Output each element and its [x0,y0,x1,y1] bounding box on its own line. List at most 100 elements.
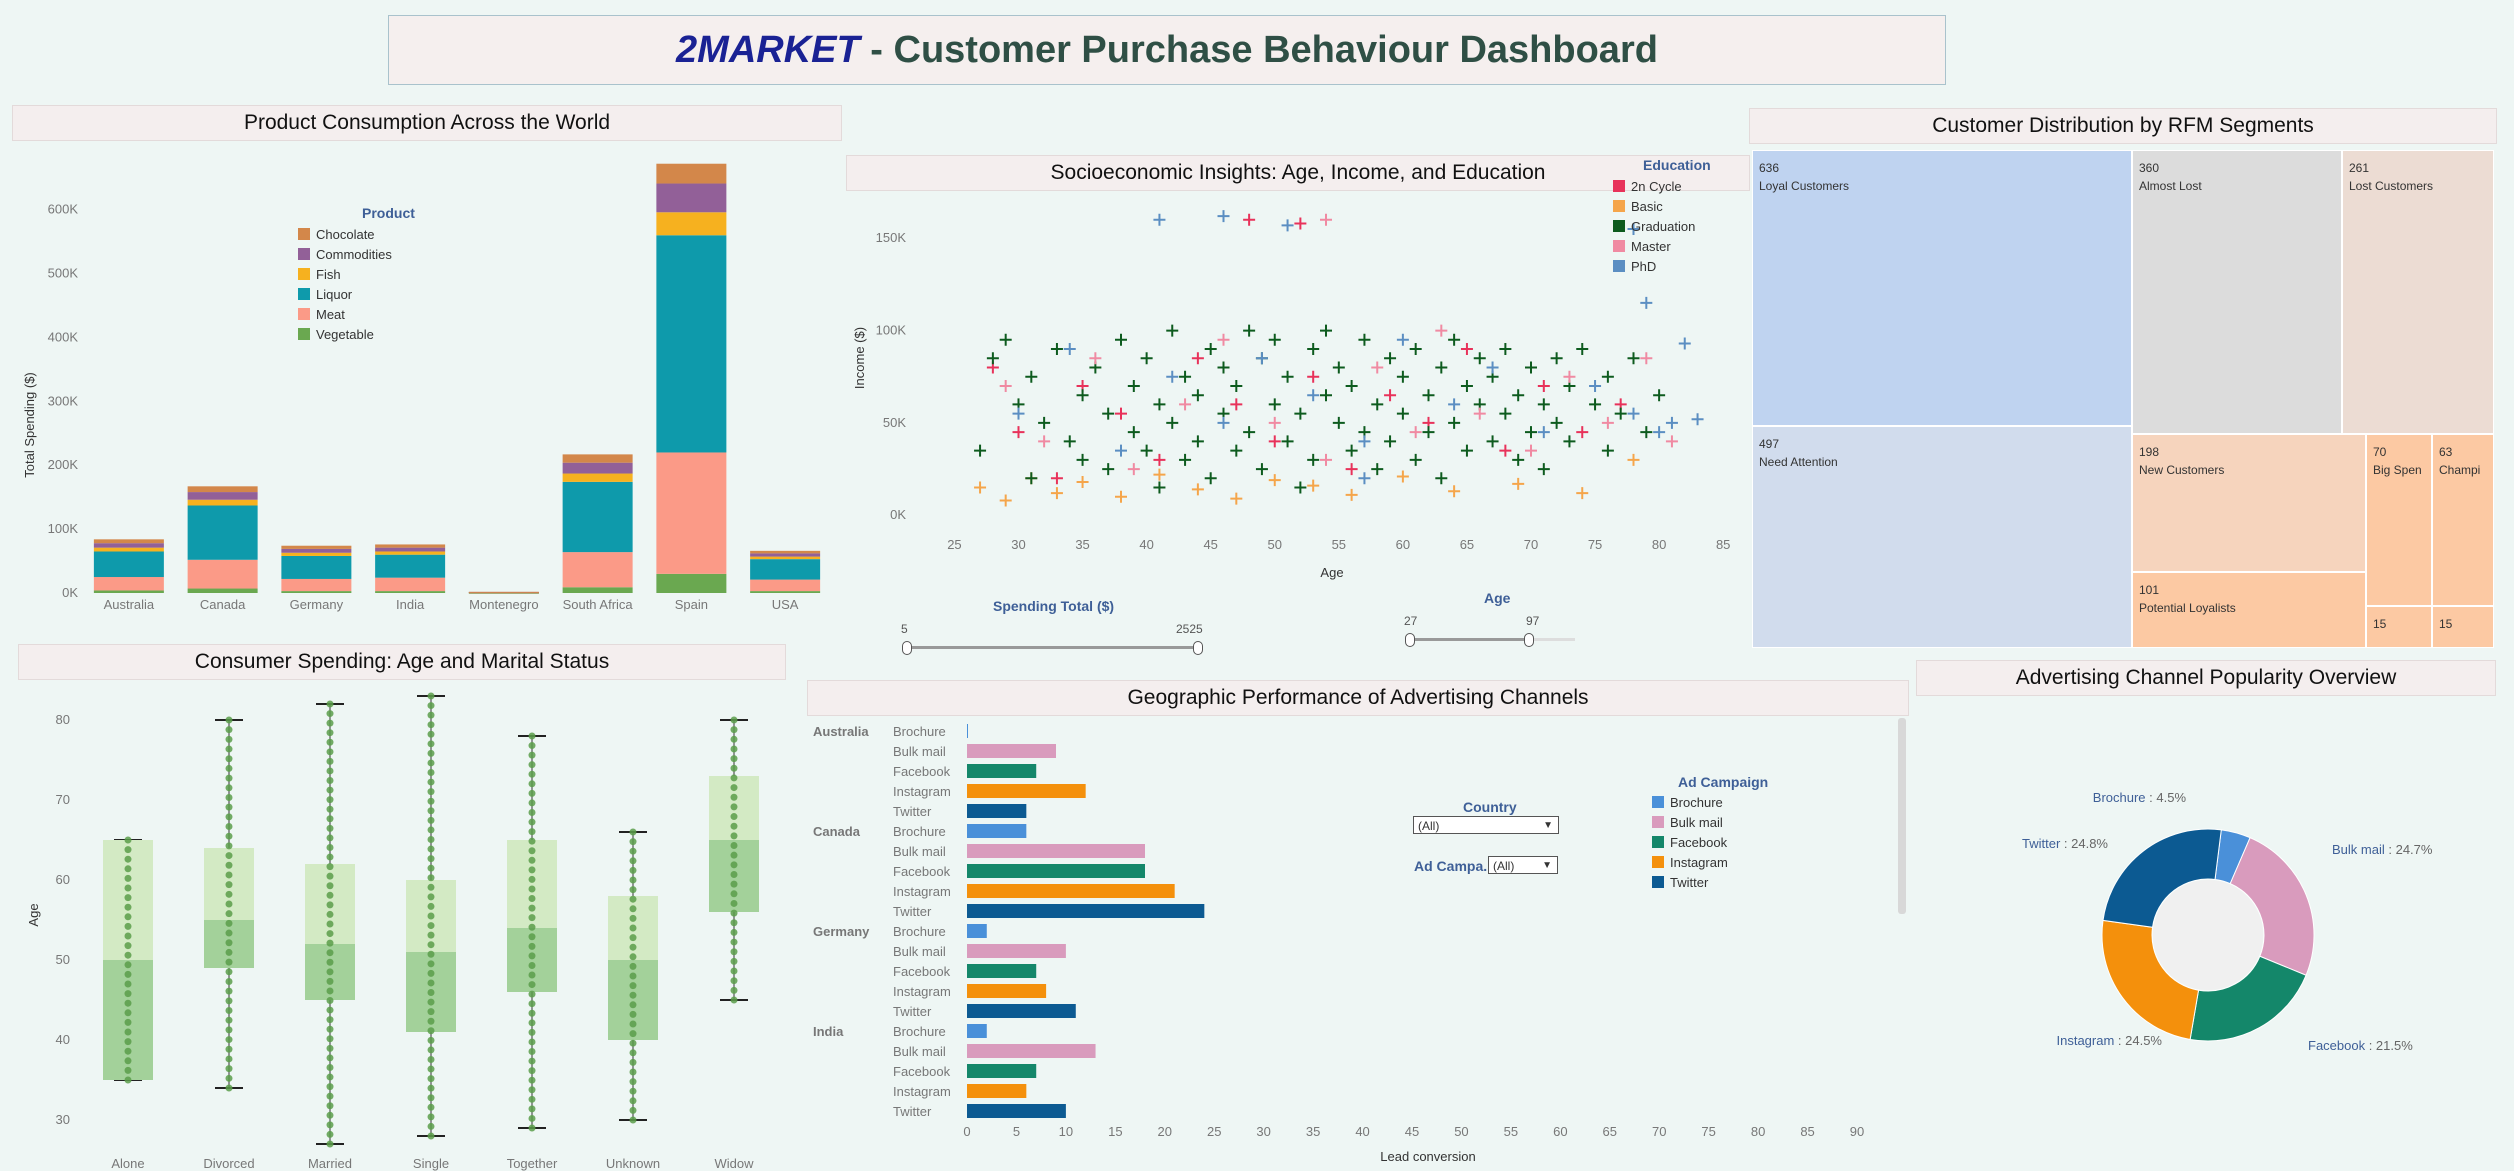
box-data-point [225,977,233,985]
geo-bar [967,984,1047,998]
rfm-segment: 261 Lost Customers [2342,150,2494,434]
geo-channel-label: Brochure [893,924,946,939]
socio-point [1191,389,1204,402]
world-ytick: 600K [48,202,79,217]
socio-point [1345,488,1358,501]
world-bar-segment [375,551,446,555]
box-data-point [326,853,334,861]
world-bar-segment [187,486,258,493]
world-legend-swatch [298,248,310,260]
world-legend-swatch [298,288,310,300]
box-data-point [730,784,738,792]
geo-xtick: 80 [1751,1124,1765,1139]
socio-point [974,481,987,494]
rfm-segment: 63 Champi [2432,434,2494,606]
world-xtick: Germany [290,597,344,612]
box-data-point [629,895,637,903]
box-data-point [528,837,536,845]
box-ytick: 80 [56,712,70,727]
socio-point [1076,453,1089,466]
box-data-point [427,1065,435,1073]
box-data-point [528,751,536,759]
world-bar-segment [187,505,258,560]
geo-xtick: 85 [1800,1124,1814,1139]
box-ylabel: Age [26,903,41,926]
box-data-point [427,941,435,949]
geo-bar [967,964,1037,978]
box-data-point [528,818,536,826]
socio-point [1409,453,1422,466]
spending-slider-min-handle[interactable] [902,641,912,655]
age-slider[interactable] [1409,638,1529,641]
socio-point [1576,343,1589,356]
box-data-point [730,716,738,724]
world-bar-segment [562,473,633,482]
socio-point [1204,343,1217,356]
socio-point [1025,472,1038,485]
box-data-point [124,1047,132,1055]
box-data-point [225,900,233,908]
geo-scrollbar[interactable] [1898,718,1906,914]
rfm-segment-count: 101 [2139,583,2160,597]
donut-label: Instagram : 24.5% [2056,1033,2162,1048]
socio-point [1166,324,1179,337]
world-bar-segment [93,577,164,591]
box-data-point [730,938,738,946]
rfm-segment: 101 Potential Loyalists [2132,572,2366,648]
box-data-point [629,1020,637,1028]
socio-ytick: 100K [876,323,907,338]
rfm-segment: 70 Big Spen [2366,434,2432,606]
box-data-point [427,730,435,738]
socio-xtick: 25 [947,537,961,552]
world-bar-segment [750,553,821,557]
socio-point [1448,398,1461,411]
box-data-point [225,774,233,782]
box-data-point [124,913,132,921]
geo-legend-swatch [1652,836,1664,848]
socio-point [1243,213,1256,226]
country-select[interactable]: (All) ▼ [1413,816,1559,834]
age-slider-min-handle[interactable] [1405,633,1415,647]
socio-legend-swatch [1613,220,1625,232]
socio-point [1460,343,1473,356]
world-bar-segment [656,212,727,236]
geo-country-label: Canada [813,824,861,839]
world-bar-segment [187,588,258,593]
box-data-point [730,851,738,859]
socio-point [1537,379,1550,392]
world-bar-segment [375,547,446,552]
rfm-segment: 636 Loyal Customers [1752,150,2132,426]
box-data-point [730,764,738,772]
box-data-point [427,1094,435,1102]
box-data-point [528,1028,536,1036]
geo-bar [967,884,1175,898]
socio-point [1448,416,1461,429]
world-bar-segment [656,235,727,453]
box-data-point [326,1054,334,1062]
world-legend-label: Vegetable [316,327,374,342]
socio-legend-label: PhD [1631,259,1656,274]
world-bar-segment [93,543,164,548]
box-data-point [326,1073,334,1081]
age-slider-max-handle[interactable] [1524,633,1534,647]
campaign-select[interactable]: (All) ▼ [1488,856,1558,874]
world-legend-swatch [298,328,310,340]
geo-xtick: 60 [1553,1124,1567,1139]
box-data-point [427,1008,435,1016]
rfm-segment-label: Big Spen [2373,463,2422,477]
world-legend-swatch [298,228,310,240]
box-data-point [326,738,334,746]
rfm-segment-count: 15 [2439,617,2453,631]
box-lower [608,960,658,1040]
socio-point [1294,407,1307,420]
box-data-point [124,855,132,863]
socio-point [1243,426,1256,439]
geo-channel-label: Instagram [893,1084,951,1099]
socio-xtick: 45 [1203,537,1217,552]
socio-point [1589,379,1602,392]
spending-slider[interactable] [906,646,1200,649]
spending-slider-max-handle[interactable] [1193,641,1203,655]
world-bar-segment [562,454,633,463]
socio-point [1243,324,1256,337]
rfm-segment-label: Need Attention [1759,455,1838,469]
